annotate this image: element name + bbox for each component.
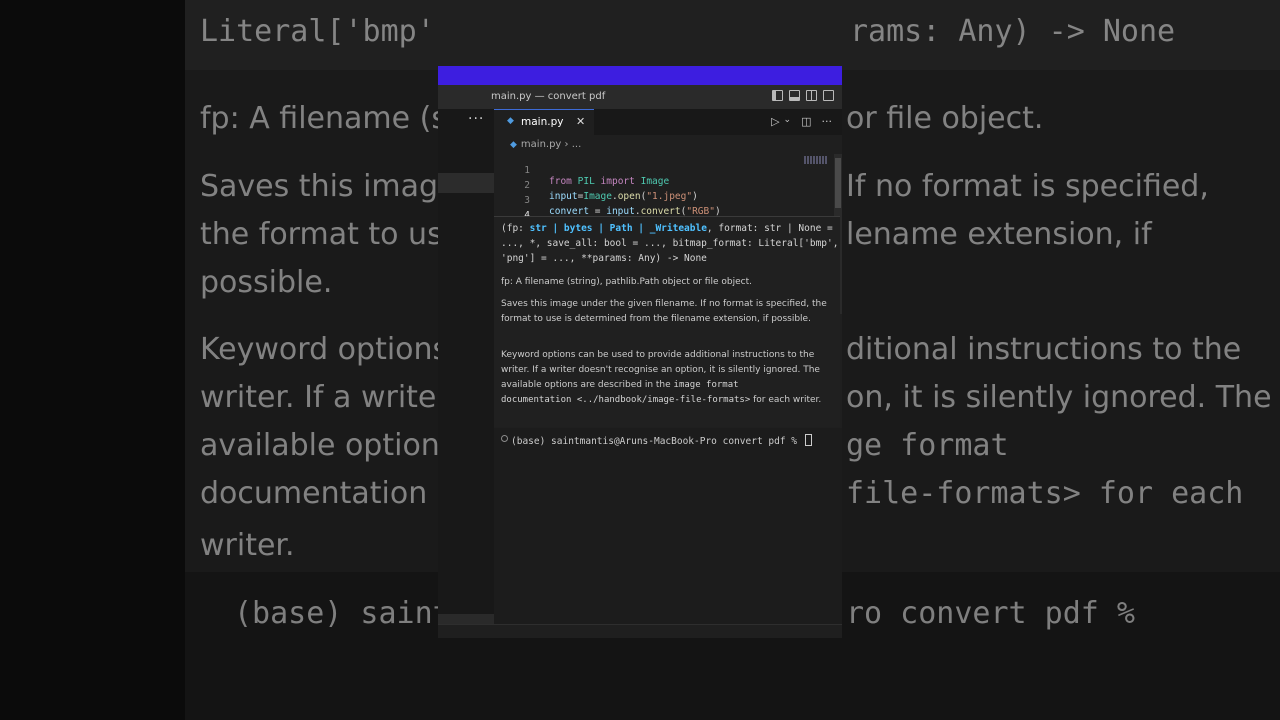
bg-text: (base) saint — [234, 596, 451, 631]
tab-main-py[interactable]: ◆ main.py ✕ — [494, 109, 594, 135]
bg-text: on, it is silently ignored. The — [846, 380, 1272, 415]
scrollbar-thumb[interactable] — [835, 158, 841, 208]
bg-text: possible. — [200, 265, 333, 300]
python-file-icon: ◆ — [510, 140, 517, 150]
editor-actions: ▷ ⌄ ◫ ··· — [771, 115, 832, 128]
signature-param: str | bytes | Path | _Writeable — [529, 223, 707, 234]
bg-text: the format to use — [200, 217, 462, 252]
bg-text: lename extension, if — [846, 217, 1152, 252]
explorer-more-button[interactable]: ··· — [468, 111, 484, 127]
bg-text: ditional instructions to the — [846, 332, 1242, 367]
doc-paragraph: Keyword options can be used to provide a… — [501, 350, 822, 405]
bg-text: Literal['bmp' — [200, 14, 435, 49]
more-icon[interactable]: ··· — [822, 115, 833, 128]
bg-text: or file object. — [846, 101, 1044, 136]
customize-layout-icon[interactable] — [823, 90, 834, 101]
toggle-secondary-sidebar-icon[interactable] — [806, 90, 817, 101]
signature-start: (fp: — [501, 223, 530, 234]
minimap[interactable] — [804, 156, 828, 164]
breadcrumb-separator: › — [564, 139, 569, 150]
bg-text: rams: Any) -> None — [850, 14, 1176, 49]
bg-text: ro convert pdf % — [846, 596, 1135, 631]
layout-controls — [772, 90, 834, 101]
bg-text: fp: A filename (s — [200, 101, 447, 136]
bg-text: file-formats> for each — [846, 476, 1244, 511]
bg-text: If no format is specified, — [846, 169, 1209, 204]
doc-paragraph: fp: A filename (string), pathlib.Path ob… — [501, 277, 752, 287]
status-bar — [438, 624, 842, 638]
chevron-down-icon[interactable]: ⌄ — [784, 115, 792, 128]
split-editor-icon[interactable]: ◫ — [801, 115, 811, 128]
toggle-sidebar-icon[interactable] — [772, 90, 783, 101]
terminal-prompt: (base) saintmantis@Aruns-MacBook-Pro con… — [511, 434, 812, 447]
close-icon[interactable]: ✕ — [576, 115, 585, 128]
terminal-panel[interactable]: (base) saintmantis@Aruns-MacBook-Pro con… — [494, 428, 842, 624]
title-bar: main.py — convert pdf — [438, 85, 842, 109]
doc-paragraph: Saves this image under the given filenam… — [501, 299, 827, 324]
code-line: 3 convert = input.convert("RGB") — [494, 184, 834, 217]
bg-text: documentation — [200, 476, 428, 511]
bg-text: ge format — [846, 428, 1009, 463]
editor-window: main.py — convert pdf ··· ◆ main.py ✕ ▷ … — [438, 66, 842, 638]
run-icon[interactable]: ▷ — [771, 115, 779, 128]
sidebar-footer — [438, 614, 494, 624]
bg-text: Saves this image — [200, 169, 457, 204]
explorer-sidebar: ··· — [438, 109, 494, 624]
terminal-cursor — [804, 434, 812, 446]
tab-label: main.py — [521, 116, 564, 128]
doc-code: image format — [673, 380, 739, 390]
terminal-status-icon — [501, 435, 508, 442]
breadcrumb-symbol[interactable]: ... — [572, 139, 582, 150]
bg-text: writer. If a writer — [200, 380, 449, 415]
bg-text: available options — [200, 428, 456, 463]
code-line: 4 convert.save() — [494, 199, 834, 233]
hover-documentation-popup: (fp: str | bytes | Path | _Writeable, fo… — [494, 216, 840, 427]
doc-code: documentation <../handbook/image-file-fo… — [501, 395, 751, 405]
code-line: 2 input=Image.open("1.jpeg") — [494, 169, 834, 202]
bg-text: writer. — [200, 528, 295, 563]
explorer-selected-item[interactable] — [438, 173, 494, 193]
bg-text: Keyword options — [200, 332, 449, 367]
toggle-panel-icon[interactable] — [789, 90, 800, 101]
code-line: 1 from PIL import Image — [494, 154, 834, 187]
signature: (fp: str | bytes | Path | _Writeable, fo… — [501, 221, 839, 266]
window-title: main.py — convert pdf — [491, 91, 606, 102]
code-editor[interactable]: 1 from PIL import Image 2 input=Image.op… — [494, 154, 842, 233]
breadcrumb-file[interactable]: main.py — [521, 139, 561, 150]
python-file-icon: ◆ — [507, 116, 514, 126]
accent-bar — [438, 66, 842, 85]
tab-bar: ◆ main.py ✕ ▷ ⌄ ◫ ··· — [494, 109, 842, 135]
breadcrumb: ◆ main.py › ... — [510, 139, 581, 150]
